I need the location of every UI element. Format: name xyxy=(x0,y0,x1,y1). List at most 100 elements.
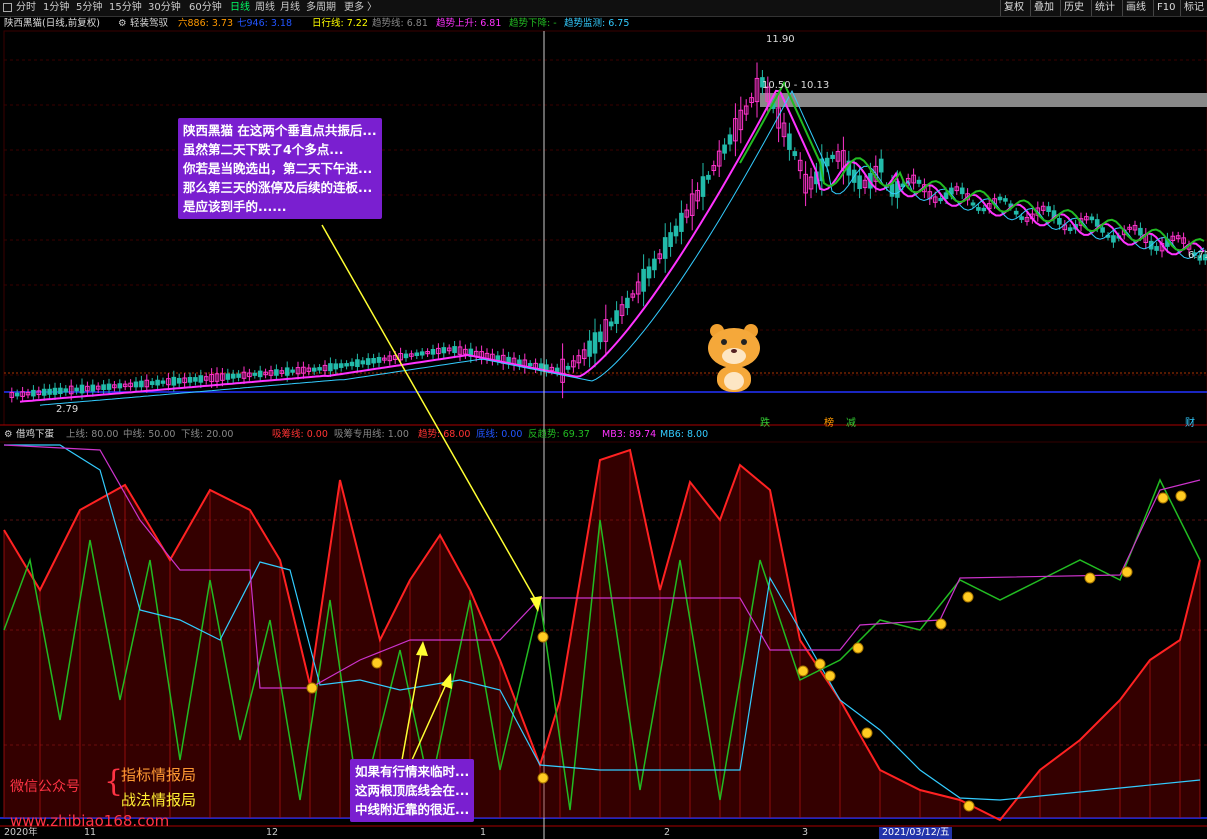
signal-coin-icon xyxy=(962,591,974,603)
candle-body xyxy=(976,207,981,211)
candle-body xyxy=(727,134,733,145)
signal-coin-icon xyxy=(814,658,826,670)
candle-body xyxy=(587,340,592,357)
annotation-line: 是应该到手的...... xyxy=(183,199,287,214)
candle-body xyxy=(155,379,160,386)
value-upper-line: 上线: 80.00 xyxy=(66,429,119,440)
candle-body xyxy=(349,361,355,367)
signal-coin-icon xyxy=(1157,492,1169,504)
candle-body xyxy=(403,353,409,359)
candle-body xyxy=(225,373,231,380)
candle-body xyxy=(1138,227,1143,236)
annotation-bottom-bubble: 如果有行情来临时... 这两根顶底线会在... 中线附近靠的很近... xyxy=(350,759,475,822)
watermark-line1: 指标情报局 xyxy=(121,766,197,784)
value-six: 六886: 3.73 xyxy=(178,18,234,29)
candle-body xyxy=(646,266,652,279)
value-middle-line: 中线: 50.00 xyxy=(123,429,176,440)
date-label: 1 xyxy=(480,827,487,838)
value-lower-line: 下线: 20.00 xyxy=(181,429,234,440)
event-tag-fall[interactable]: 跌 xyxy=(760,414,770,429)
signal-coin-icon xyxy=(537,631,549,643)
signal-coin-icon xyxy=(861,727,873,739)
candle-body xyxy=(641,268,646,292)
event-tag-reduce[interactable]: 减 xyxy=(846,414,856,429)
candle-body xyxy=(997,196,1003,201)
value-absorb-special: 吸筹专用线: 1.00 xyxy=(334,429,409,440)
candle-body xyxy=(878,158,884,173)
gear-icon[interactable]: ⚙ xyxy=(118,17,127,31)
date-label: 2020年 xyxy=(4,827,38,838)
signal-coin-icon xyxy=(824,670,836,682)
wechat-label: 微信公众号 xyxy=(10,779,80,795)
candle-body xyxy=(317,367,322,371)
value-bottom-line: 底线: 0.00 xyxy=(476,429,523,440)
annotation-line: 中线附近靠的很近... xyxy=(355,802,470,817)
candle-body xyxy=(1013,210,1019,215)
candle-body xyxy=(668,232,673,247)
candle-body xyxy=(830,154,835,159)
candle-body xyxy=(101,384,106,391)
stock-title[interactable]: 陕西黑猫(日线,前复权) xyxy=(4,17,100,31)
candle-body xyxy=(198,375,204,383)
candle-body xyxy=(63,388,69,393)
value-trend-up: 趋势上升: 6.81 xyxy=(436,18,502,29)
candle-body xyxy=(52,387,58,395)
candle-body xyxy=(452,346,457,354)
indicator-name[interactable]: 轻装驾驭 xyxy=(130,17,168,31)
candle-body xyxy=(592,332,598,354)
candle-body xyxy=(959,187,965,195)
cursor-date-label: 2021/03/12/五 xyxy=(879,827,953,839)
value-trend: 趋势: 68.00 xyxy=(418,429,471,440)
resistance-band xyxy=(760,93,1207,107)
candle-body xyxy=(787,133,792,150)
candle-body xyxy=(284,367,290,376)
signal-coin-icon xyxy=(935,618,947,630)
signal-coin-icon xyxy=(852,642,864,654)
candle-body xyxy=(1089,216,1095,221)
candle-body xyxy=(970,202,976,206)
candle-body xyxy=(1067,227,1073,231)
candle-body xyxy=(58,387,63,395)
candle-body xyxy=(916,179,922,184)
value-mb6: MB6: 8.00 xyxy=(660,429,709,440)
annotation-line: 虽然第二天下跌了4个多点... xyxy=(183,142,344,157)
signal-coin-icon xyxy=(963,800,975,812)
candle-body xyxy=(311,367,317,372)
candle-body xyxy=(117,383,123,389)
annotation-line: 如果有行情来临时... xyxy=(355,764,470,779)
price-low-label: 2.79 xyxy=(56,404,79,415)
sub-indicator-row: ⚙ 借鸡下蛋 上线: 80.00 中线: 50.00 下线: 20.00 吸筹线… xyxy=(0,428,1207,442)
candle-body xyxy=(1057,218,1062,225)
candle-body xyxy=(981,207,987,212)
price-high-label: 11.90 xyxy=(766,34,795,45)
gear-icon[interactable]: ⚙ xyxy=(4,428,13,442)
candle-body xyxy=(290,369,295,373)
signal-coin-icon xyxy=(306,682,318,694)
candle-body xyxy=(149,381,155,385)
candle-body xyxy=(41,388,47,396)
candle-body xyxy=(257,370,263,378)
candle-body xyxy=(365,358,371,365)
date-label: 11 xyxy=(84,827,97,838)
candle-body xyxy=(700,176,706,197)
candle-body xyxy=(360,360,366,365)
candle-body xyxy=(430,349,436,355)
signal-coin-icon xyxy=(1084,572,1096,584)
candle-body xyxy=(1019,216,1024,220)
candle-body xyxy=(938,197,943,202)
candle-body xyxy=(47,388,52,395)
candle-body xyxy=(889,183,895,197)
signal-coin-icon xyxy=(537,772,549,784)
candle-body xyxy=(328,363,333,372)
sub-indicator-name[interactable]: 借鸡下蛋 xyxy=(16,428,54,442)
price-last-label: 6.71 xyxy=(1188,250,1207,261)
date-label: 12 xyxy=(266,827,279,838)
candle-body xyxy=(673,225,679,237)
value-trend-monitor: 趋势监测: 6.75 xyxy=(564,18,630,29)
watermark-line2: 战法情报局 xyxy=(121,791,197,809)
event-tag-finance[interactable]: 财 xyxy=(1185,414,1195,429)
candle-body xyxy=(171,376,177,386)
event-tag-list[interactable]: 榜 xyxy=(824,414,834,429)
candle-body xyxy=(1100,227,1105,233)
candle-body xyxy=(441,347,447,354)
